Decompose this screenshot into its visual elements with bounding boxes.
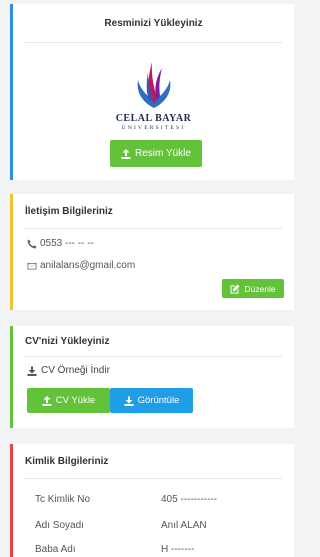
download-icon	[124, 396, 134, 406]
view-cv-label: Görüntüle	[137, 395, 180, 406]
photo-card: Resminizi Yükleyiniz CELAL BAYAR ÜNIVERS…	[10, 4, 294, 180]
upload-cv-button[interactable]: CV Yükle	[27, 388, 110, 413]
identity-value: 405 -----------	[161, 494, 218, 505]
identity-key: Baba Adı	[35, 544, 76, 555]
cv-sample-label: CV Örneği İndir	[41, 365, 110, 376]
envelope-icon	[27, 262, 37, 269]
identity-row-name: Adı Soyadı Anıl ALAN	[35, 520, 294, 531]
photo-card-title: Resminizi Yükleyiniz	[104, 17, 203, 29]
divider	[25, 228, 282, 229]
cv-button-group: CV Yükle Görüntüle	[27, 388, 193, 413]
phone-number: 0553 --- -- --	[40, 238, 94, 249]
divider	[25, 42, 282, 43]
download-icon	[27, 366, 37, 376]
identity-card: Kimlik Bilgileriniz Tc Kimlik No 405 ---…	[10, 444, 294, 557]
upload-icon	[121, 148, 131, 159]
email-address: anilalans@gmail.com	[40, 260, 136, 271]
divider	[25, 356, 282, 357]
email-line: anilalans@gmail.com	[27, 260, 135, 271]
identity-value: Anıl ALAN	[161, 520, 207, 531]
upload-cv-label: CV Yükle	[55, 395, 96, 406]
university-logo-mark	[137, 62, 170, 108]
phone-icon	[27, 239, 37, 248]
university-subtitle: ÜNIVERSITESI	[121, 125, 186, 131]
edit-contact-button[interactable]: Düzenle	[222, 279, 284, 298]
cv-card: CV'nizi Yükleyiniz CV Örneği İndir CV Yü…	[10, 326, 294, 428]
identity-value: H -------	[161, 544, 195, 555]
identity-key: Tc Kimlik No	[35, 494, 91, 505]
cv-sample-download-link[interactable]: CV Örneği İndir	[27, 365, 110, 376]
university-name: CELAL BAYAR	[115, 113, 192, 124]
view-cv-button[interactable]: Görüntüle	[110, 388, 193, 413]
profile-page: Resminizi Yükleyiniz CELAL BAYAR ÜNIVERS…	[0, 0, 294, 557]
identity-row-tc: Tc Kimlik No 405 -----------	[35, 494, 294, 505]
upload-photo-button[interactable]: Resim Yükle	[110, 140, 202, 167]
divider	[25, 478, 282, 479]
identity-row-father: Baba Adı H -------	[35, 544, 294, 555]
university-logo: CELAL BAYAR ÜNIVERSITESI	[13, 58, 294, 131]
edit-contact-label: Düzenle	[244, 283, 276, 294]
identity-card-title: Kimlik Bilgileriniz	[25, 455, 109, 467]
phone-line: 0553 --- -- --	[27, 238, 94, 249]
contact-card-title: İletişim Bilgileriniz	[25, 205, 113, 217]
upload-photo-label: Resim Yükle	[135, 148, 191, 159]
edit-icon	[230, 284, 240, 293]
upload-icon	[42, 395, 52, 406]
contact-card: İletişim Bilgileriniz 0553 --- -- -- ani…	[10, 194, 294, 310]
cv-card-title: CV'nizi Yükleyiniz	[25, 335, 110, 347]
identity-key: Adı Soyadı	[35, 520, 84, 531]
